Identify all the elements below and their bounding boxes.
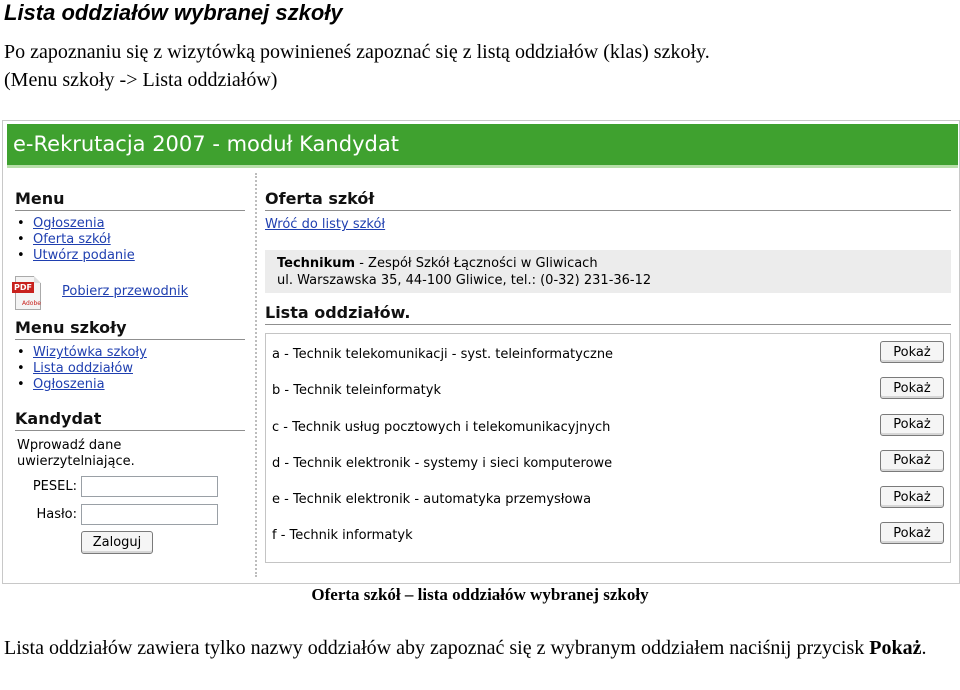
menu-item-ogloszenia: Ogłoszenia	[17, 216, 245, 232]
outro-end: .	[921, 637, 927, 659]
school-menu-item: Ogłoszenia	[17, 377, 245, 393]
document-title: Lista oddziałów wybranej szkoły	[4, 0, 343, 25]
figure-caption: Oferta szkół – lista oddziałów wybranej …	[311, 585, 649, 604]
pesel-row: PESEL:	[15, 476, 245, 497]
class-name: d - Technik elektronik - systemy i sieci…	[272, 455, 613, 471]
class-row: a - Technik telekomunikacji - syst. tele…	[266, 340, 950, 376]
main-content: Oferta szkół Wróć do listy szkół Technik…	[265, 189, 951, 563]
class-row: d - Technik elektronik - systemy i sieci…	[266, 449, 950, 485]
school-address: ul. Warszawska 35, 44-100 Gliwice, tel.:…	[277, 273, 652, 288]
show-class-button[interactable]: Pokaż	[880, 449, 944, 472]
school-name: - Zespół Szkół Łączności w Gliwicach	[355, 256, 598, 271]
class-name: a - Technik telekomunikacji - syst. tele…	[272, 347, 614, 362]
app-title: e-Rekrutacja 2007 - moduł Kandydat	[13, 132, 399, 156]
login-instructions: Wprowadź dane uwierzytelniające.	[17, 438, 135, 469]
outro-text: Lista oddziałów zawiera tylko nazwy oddz…	[4, 637, 870, 659]
candidate-heading: Kandydat	[15, 409, 245, 431]
menu-heading: Menu	[15, 189, 245, 211]
class-row: e - Technik elektronik - automatyka prze…	[266, 485, 950, 521]
class-list: a - Technik telekomunikacji - syst. tele…	[265, 333, 951, 563]
page-heading: Oferta szkół	[265, 189, 951, 211]
outro-paragraph: Lista oddziałów zawiera tylko nazwy oddz…	[4, 634, 954, 662]
class-name: c - Technik usług pocztowych i telekomun…	[272, 419, 611, 435]
show-class-button[interactable]: Pokaż	[880, 377, 944, 400]
show-class-button[interactable]: Pokaż	[880, 341, 944, 363]
show-class-button[interactable]: Pokaż	[880, 486, 944, 509]
app-banner: e-Rekrutacja 2007 - moduł Kandydat	[7, 124, 958, 168]
school-card-link[interactable]: Wizytówka szkoły	[33, 345, 147, 360]
pesel-label: PESEL:	[32, 479, 77, 494]
school-menu-list: Wizytówka szkoły Lista oddziałów Ogłosze…	[15, 345, 245, 393]
class-row: b - Technik teleinformatyk Pokaż	[266, 376, 950, 412]
password-label: Hasło:	[36, 507, 77, 522]
column-divider	[255, 173, 257, 577]
back-to-schools-link[interactable]: Wróć do listy szkół	[265, 217, 385, 232]
menu-item-podanie: Utwórz podanie	[17, 248, 245, 264]
school-menu-item: Lista oddziałów	[17, 361, 245, 377]
school-menu-heading: Menu szkoły	[15, 318, 245, 340]
class-list-link[interactable]: Lista oddziałów	[33, 361, 133, 376]
class-name: b - Technik teleinformatyk	[272, 383, 441, 399]
class-name: e - Technik elektronik - automatyka prze…	[272, 492, 592, 508]
intro-line-1: Po zapoznaniu się z wizytówką powinieneś…	[4, 41, 710, 63]
school-info-panel: Technikum - Zespół Szkół Łączności w Gli…	[265, 250, 951, 293]
class-row: f - Technik informatyk Pokaż	[266, 521, 950, 557]
school-type: Technikum	[277, 256, 356, 271]
school-announcements-link[interactable]: Ogłoszenia	[33, 377, 105, 392]
pesel-input[interactable]	[81, 476, 218, 497]
pdf-icon[interactable]: PDF Adobe	[12, 276, 41, 310]
show-class-button[interactable]: Pokaż	[880, 522, 944, 545]
intro-line-2: (Menu szkoły -> Lista oddziałów)	[4, 69, 278, 91]
menu-link-utworz-podanie[interactable]: Utwórz podanie	[33, 248, 135, 263]
show-class-button[interactable]: Pokaż	[880, 413, 944, 436]
class-list-heading: Lista oddziałów.	[265, 303, 951, 325]
login-button[interactable]: Zaloguj	[81, 531, 153, 554]
outro-button-name: Pokaż	[869, 637, 922, 659]
school-menu-item: Wizytówka szkoły	[17, 345, 245, 361]
menu-list: Ogłoszenia Oferta szkół Utwórz podanie	[15, 216, 245, 264]
password-row: Hasło:	[15, 504, 245, 525]
menu-link-ogloszenia[interactable]: Ogłoszenia	[33, 216, 105, 231]
menu-link-oferta-szkol[interactable]: Oferta szkół	[33, 232, 111, 247]
guide-row: PDF Adobe Pobierz przewodnik	[12, 274, 245, 312]
class-name: f - Technik informatyk	[272, 528, 413, 544]
menu-item-oferta: Oferta szkół	[17, 232, 245, 248]
password-input[interactable]	[81, 504, 218, 525]
class-row: c - Technik usług pocztowych i telekomun…	[266, 413, 950, 449]
intro-paragraph: Po zapoznaniu się z wizytówką powinieneś…	[4, 38, 954, 94]
download-guide-link[interactable]: Pobierz przewodnik	[62, 284, 188, 299]
sidebar: Menu Ogłoszenia Oferta szkół Utwórz poda…	[12, 189, 245, 554]
app-screenshot: e-Rekrutacja 2007 - moduł Kandydat Menu …	[2, 120, 960, 584]
